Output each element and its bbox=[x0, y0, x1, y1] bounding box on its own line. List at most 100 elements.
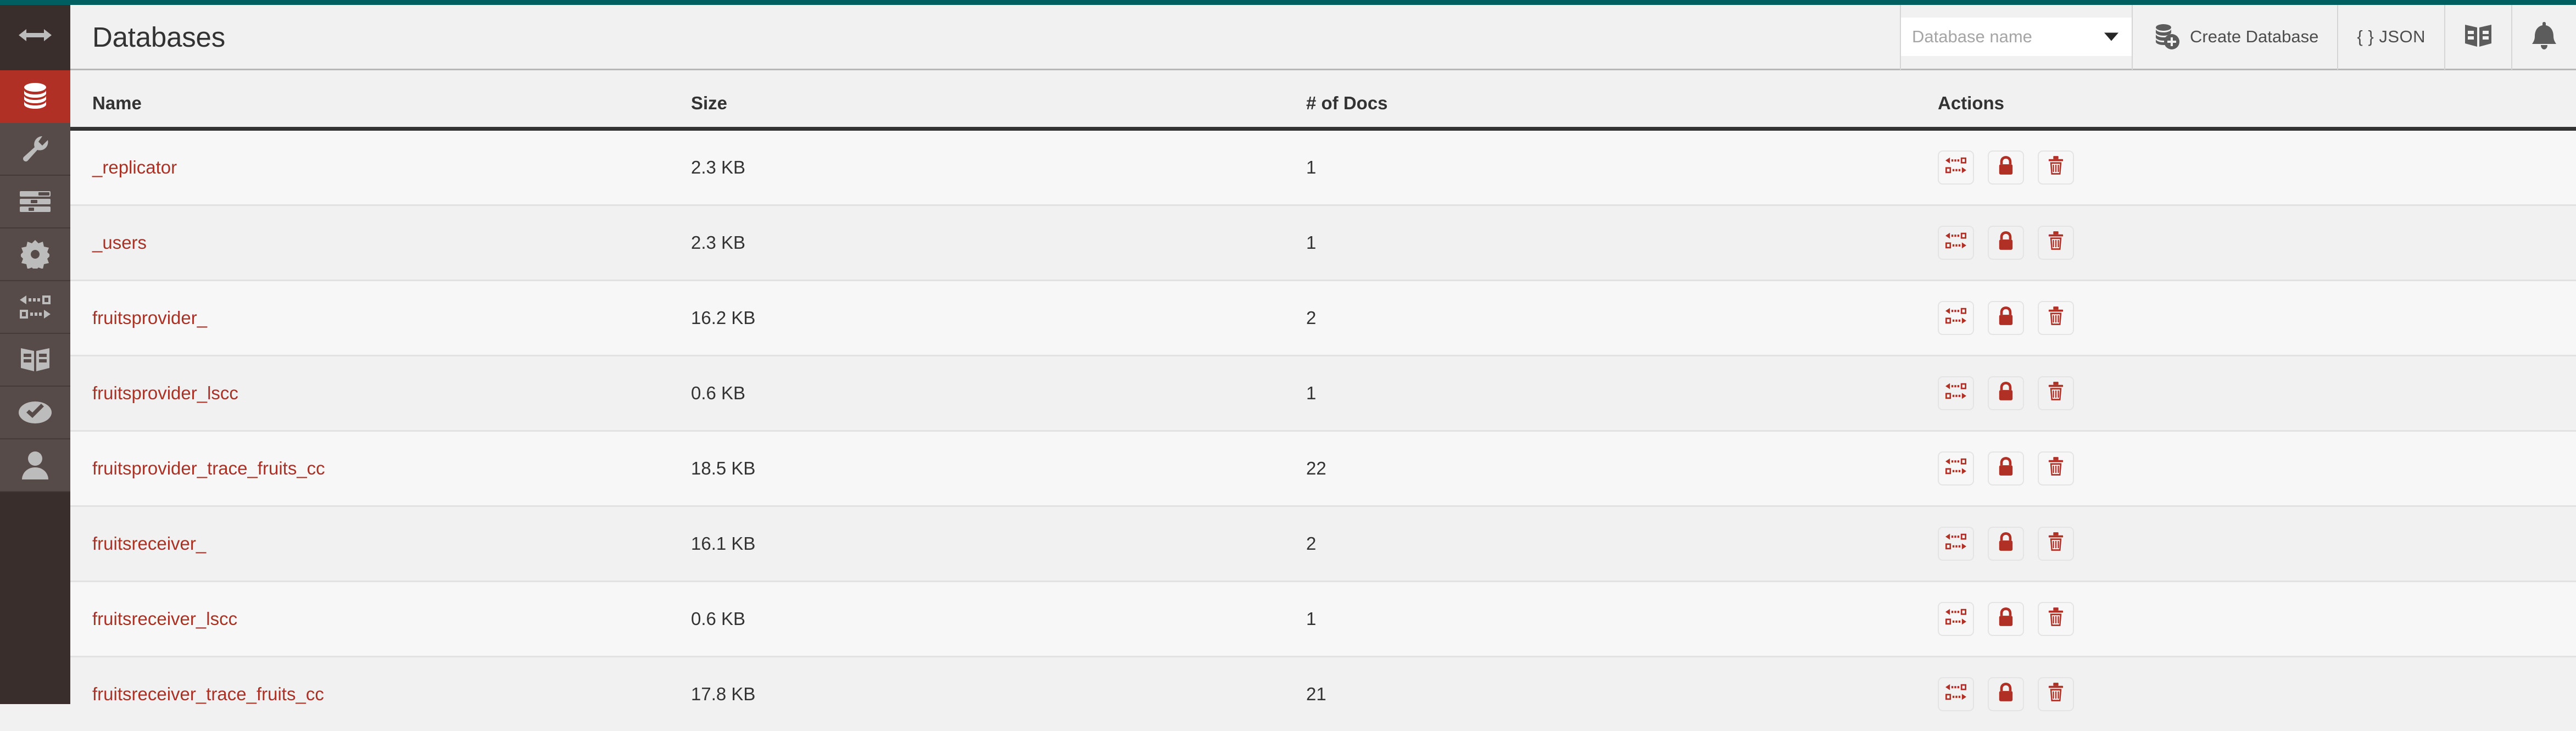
create-database-button[interactable]: Create Database bbox=[2132, 4, 2337, 70]
chevron-down-icon[interactable] bbox=[2104, 33, 2118, 41]
sidebar-item-configuration[interactable] bbox=[0, 228, 70, 281]
database-name-link[interactable]: fruitsreceiver_ bbox=[92, 533, 206, 554]
delete-database-button[interactable] bbox=[2038, 527, 2074, 561]
cell-name: _replicator bbox=[70, 129, 691, 205]
sidebar-item-documentation[interactable] bbox=[0, 334, 70, 387]
delete-database-button[interactable] bbox=[2038, 150, 2074, 185]
table-row: fruitsreceiver_ 16.1 KB 2 bbox=[70, 506, 2576, 582]
documentation-button[interactable] bbox=[2444, 4, 2511, 70]
database-search-input[interactable]: Database name bbox=[1901, 18, 2132, 56]
permissions-lock-icon bbox=[1998, 683, 2014, 706]
database-search-cell: Database name bbox=[1900, 4, 2132, 70]
replicate-database-button[interactable] bbox=[1938, 451, 1974, 486]
database-permissions-button[interactable] bbox=[1988, 150, 2024, 185]
sidebar-item-replication[interactable] bbox=[0, 281, 70, 334]
delete-trash-icon bbox=[2048, 156, 2064, 179]
table-header-row: Name Size # of Docs Actions bbox=[70, 72, 2576, 129]
replicate-database-button[interactable] bbox=[1938, 150, 1974, 185]
delete-database-button[interactable] bbox=[2038, 301, 2074, 335]
delete-trash-icon bbox=[2048, 683, 2064, 706]
sidebar-item-toggle-sidebar[interactable] bbox=[0, 0, 70, 70]
replicate-database-button[interactable] bbox=[1938, 527, 1974, 561]
permissions-lock-icon bbox=[1998, 532, 2014, 555]
cell-docs: 21 bbox=[1306, 657, 1938, 731]
delete-database-button[interactable] bbox=[2038, 602, 2074, 636]
sidebar-item-setup[interactable] bbox=[0, 123, 70, 176]
delete-database-button[interactable] bbox=[2038, 451, 2074, 486]
database-name-link[interactable]: fruitsprovider_ bbox=[92, 308, 207, 328]
column-header-size[interactable]: Size bbox=[691, 72, 1306, 129]
database-permissions-button[interactable] bbox=[1988, 602, 2024, 636]
list-icon bbox=[20, 191, 51, 213]
cell-actions bbox=[1938, 129, 2576, 205]
permissions-lock-icon bbox=[1998, 231, 2014, 254]
sidebar-item-databases[interactable] bbox=[0, 70, 70, 123]
sidebar-item-verify[interactable] bbox=[0, 387, 70, 439]
delete-trash-icon bbox=[2048, 607, 2064, 630]
wrench-icon bbox=[20, 134, 50, 164]
sidebar bbox=[0, 0, 70, 704]
cell-docs: 2 bbox=[1306, 506, 1938, 582]
database-permissions-button[interactable] bbox=[1988, 451, 2024, 486]
database-plus-icon bbox=[2151, 21, 2180, 53]
sidebar-item-account[interactable] bbox=[0, 439, 70, 492]
delete-database-button[interactable] bbox=[2038, 226, 2074, 260]
replicate-icon bbox=[1945, 533, 1966, 554]
database-permissions-button[interactable] bbox=[1988, 301, 2024, 335]
cell-size: 2.3 KB bbox=[691, 129, 1306, 205]
notifications-button[interactable] bbox=[2511, 4, 2576, 70]
table-row: fruitsprovider_lscc 0.6 KB 1 bbox=[70, 356, 2576, 431]
book-icon bbox=[2464, 24, 2493, 51]
delete-database-button[interactable] bbox=[2038, 677, 2074, 711]
database-name-link[interactable]: _users bbox=[92, 232, 147, 253]
cell-name: fruitsprovider_lscc bbox=[70, 356, 691, 431]
create-database-label: Create Database bbox=[2190, 27, 2318, 47]
replicate-icon bbox=[1945, 684, 1966, 705]
json-button[interactable]: { } JSON bbox=[2337, 4, 2444, 70]
column-header-name[interactable]: Name bbox=[70, 72, 691, 129]
cell-actions bbox=[1938, 506, 2576, 582]
cell-name: fruitsprovider_trace_fruits_cc bbox=[70, 431, 691, 506]
cell-size: 0.6 KB bbox=[691, 356, 1306, 431]
replicate-database-button[interactable] bbox=[1938, 602, 1974, 636]
replicate-database-button[interactable] bbox=[1938, 376, 1974, 410]
database-name-link[interactable]: fruitsprovider_lscc bbox=[92, 383, 238, 403]
delete-trash-icon bbox=[2048, 231, 2064, 254]
delete-trash-icon bbox=[2048, 457, 2064, 480]
database-permissions-button[interactable] bbox=[1988, 226, 2024, 260]
gear-icon bbox=[21, 240, 49, 269]
top-accent-bar bbox=[0, 0, 2576, 5]
cell-docs: 2 bbox=[1306, 281, 1938, 356]
database-permissions-button[interactable] bbox=[1988, 527, 2024, 561]
cell-actions bbox=[1938, 657, 2576, 731]
table-row: fruitsprovider_ 16.2 KB 2 bbox=[70, 281, 2576, 356]
cell-docs: 1 bbox=[1306, 129, 1938, 205]
delete-database-button[interactable] bbox=[2038, 376, 2074, 410]
json-label: { } JSON bbox=[2357, 27, 2426, 47]
table-row: fruitsreceiver_trace_fruits_cc 17.8 KB 2… bbox=[70, 657, 2576, 731]
database-name-link[interactable]: fruitsprovider_trace_fruits_cc bbox=[92, 458, 325, 478]
column-header-docs[interactable]: # of Docs bbox=[1306, 72, 1938, 129]
page-header: Databases Database name bbox=[70, 5, 2576, 70]
database-permissions-button[interactable] bbox=[1988, 376, 2024, 410]
database-name-link[interactable]: fruitsreceiver_lscc bbox=[92, 609, 237, 629]
cell-name: _users bbox=[70, 205, 691, 281]
table-head: Name Size # of Docs Actions bbox=[70, 72, 2576, 129]
replicate-icon bbox=[1945, 232, 1966, 253]
database-name-link[interactable]: _replicator bbox=[92, 157, 177, 177]
database-name-link[interactable]: fruitsreceiver_trace_fruits_cc bbox=[92, 684, 324, 704]
database-icon bbox=[20, 81, 51, 112]
page-title: Databases bbox=[92, 21, 225, 53]
cell-docs: 22 bbox=[1306, 431, 1938, 506]
cell-docs: 1 bbox=[1306, 205, 1938, 281]
replicate-database-button[interactable] bbox=[1938, 226, 1974, 260]
cell-actions bbox=[1938, 205, 2576, 281]
table-row: fruitsreceiver_lscc 0.6 KB 1 bbox=[70, 582, 2576, 657]
replicate-database-button[interactable] bbox=[1938, 301, 1974, 335]
cell-name: fruitsreceiver_trace_fruits_cc bbox=[70, 657, 691, 731]
replicate-database-button[interactable] bbox=[1938, 677, 1974, 711]
sidebar-item-active-tasks[interactable] bbox=[0, 176, 70, 228]
database-permissions-button[interactable] bbox=[1988, 677, 2024, 711]
permissions-lock-icon bbox=[1998, 382, 2014, 405]
replication-arrows-icon bbox=[20, 295, 51, 319]
